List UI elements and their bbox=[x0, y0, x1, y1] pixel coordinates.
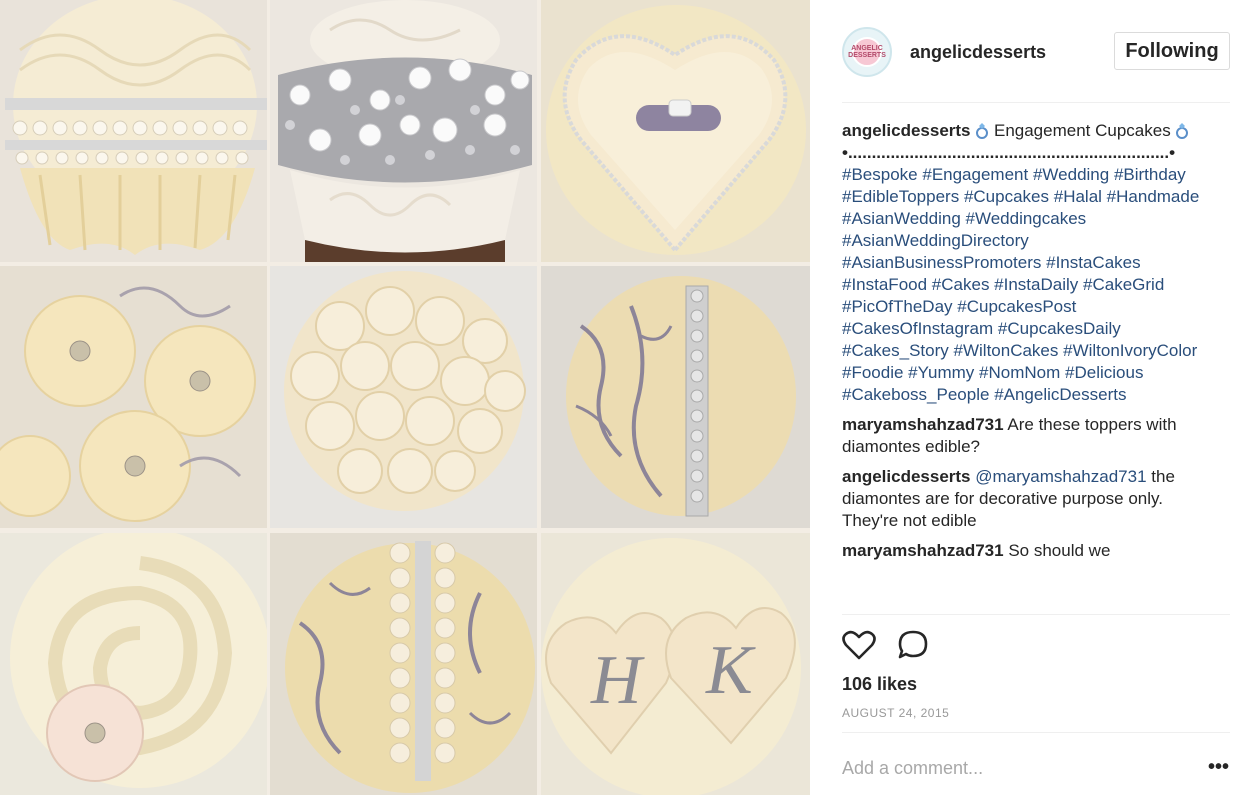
cupcake-silver-dragee-band bbox=[270, 0, 537, 262]
cupcake-sugar-flowers bbox=[0, 266, 267, 528]
comment-item: angelicdesserts @maryamshahzad731 the di… bbox=[842, 466, 1217, 532]
caption: angelicdesserts Engagement Cupcakes •...… bbox=[842, 120, 1217, 406]
comment-item: maryamshahzad731 Are these toppers with … bbox=[842, 414, 1217, 458]
hashtag-link[interactable]: #NomNom bbox=[979, 363, 1060, 382]
hashtag-link[interactable]: #InstaCakes bbox=[1046, 253, 1141, 272]
hashtag-link[interactable]: #Cakes bbox=[932, 275, 990, 294]
header-username[interactable]: angelicdesserts bbox=[910, 42, 1046, 63]
hashtag-link[interactable]: #Birthday bbox=[1114, 165, 1186, 184]
hashtag-link[interactable]: #WiltonCakes bbox=[954, 341, 1059, 360]
following-button[interactable]: Following bbox=[1114, 32, 1230, 70]
post-sidebar: ANGELIC DESSERTS angelicdesserts Followi… bbox=[810, 0, 1237, 795]
hashtag-link[interactable]: #EdibleToppers bbox=[842, 187, 959, 206]
svg-text:H: H bbox=[590, 642, 645, 719]
hashtag-link[interactable]: #Weddingcakes bbox=[966, 209, 1087, 228]
comments-list[interactable]: angelicdesserts Engagement Cupcakes •...… bbox=[842, 120, 1217, 612]
hashtag-link[interactable]: #CupcakesPost bbox=[957, 297, 1076, 316]
comment-bubble-icon[interactable] bbox=[896, 629, 930, 661]
hashtag-link[interactable]: #Foodie bbox=[842, 363, 903, 382]
post-date[interactable]: AUGUST 24, 2015 bbox=[842, 706, 949, 720]
comment-item: maryamshahzad731 So should we bbox=[842, 540, 1217, 562]
hashtag-link[interactable]: #Cakeboss_People bbox=[842, 385, 989, 404]
caption-dot-divider: •.......................................… bbox=[842, 143, 1176, 162]
cupcake-filigree-diamonte bbox=[541, 266, 810, 528]
cupcake-pearl-filigree bbox=[270, 533, 537, 795]
hashtag-link[interactable]: #Delicious bbox=[1065, 363, 1143, 382]
comment-username[interactable]: maryamshahzad731 bbox=[842, 541, 1004, 560]
likes-count[interactable]: 106 likes bbox=[842, 674, 917, 695]
avatar[interactable]: ANGELIC DESSERTS bbox=[842, 27, 892, 77]
hashtag-link[interactable]: #Bespoke bbox=[842, 165, 918, 184]
post-header: ANGELIC DESSERTS angelicdesserts Followi… bbox=[842, 22, 1230, 82]
hashtag-link[interactable]: #Yummy bbox=[908, 363, 974, 382]
ring-emoji-icon bbox=[1176, 123, 1189, 139]
caption-text-b: Cupcakes bbox=[1095, 121, 1171, 140]
cupcake-rose-bouquet bbox=[270, 266, 537, 528]
cupcake-initial-hearts: H K bbox=[541, 533, 810, 795]
caption-username[interactable]: angelicdesserts bbox=[842, 121, 971, 140]
hashtag-link[interactable]: #AngelicDesserts bbox=[994, 385, 1126, 404]
cupcake-buttercream-rose bbox=[0, 533, 267, 795]
hashtag-link[interactable]: #InstaDaily bbox=[994, 275, 1078, 294]
cupcake-heart-ring-topper bbox=[541, 0, 810, 262]
caption-hashtags: #Bespoke #Engagement #Wedding #Birthday … bbox=[842, 165, 1199, 404]
hashtag-link[interactable]: #WiltonIvoryColor bbox=[1063, 341, 1197, 360]
heart-icon[interactable] bbox=[842, 629, 876, 661]
header-divider bbox=[842, 102, 1230, 103]
hashtag-link[interactable]: #CakesOfInstagram bbox=[842, 319, 993, 338]
hashtag-link[interactable]: #Handmade bbox=[1107, 187, 1200, 206]
hashtag-link[interactable]: #CupcakesDaily bbox=[998, 319, 1121, 338]
ring-emoji-icon bbox=[976, 123, 989, 139]
hashtag-link[interactable]: #Engagement bbox=[922, 165, 1028, 184]
hashtag-link[interactable]: #Cupcakes bbox=[964, 187, 1049, 206]
cupcake-pearl-band bbox=[0, 0, 267, 262]
hashtag-link[interactable]: #InstaFood bbox=[842, 275, 927, 294]
comment-username[interactable]: angelicdesserts bbox=[842, 467, 971, 486]
hashtag-link[interactable]: #AsianWedding bbox=[842, 209, 961, 228]
more-options-icon[interactable]: ••• bbox=[1208, 757, 1229, 777]
svg-text:K: K bbox=[705, 632, 756, 709]
post-actions bbox=[842, 627, 942, 663]
hashtag-link[interactable]: #CakeGrid bbox=[1083, 275, 1164, 294]
hashtag-link[interactable]: #AsianWeddingDirectory bbox=[842, 231, 1029, 250]
comment-text: So should we bbox=[1008, 541, 1111, 560]
hashtag-link[interactable]: #AsianBusinessPromoters bbox=[842, 253, 1041, 272]
comment-username[interactable]: maryamshahzad731 bbox=[842, 415, 1004, 434]
avatar-logo-text: ANGELIC DESSERTS bbox=[848, 37, 886, 67]
hashtag-link[interactable]: #Wedding bbox=[1033, 165, 1109, 184]
comment-mention[interactable]: @maryamshahzad731 bbox=[975, 467, 1146, 486]
hashtag-link[interactable]: #Halal bbox=[1054, 187, 1102, 206]
post-photo[interactable]: H K bbox=[0, 0, 810, 795]
date-divider bbox=[842, 732, 1230, 733]
comments-divider bbox=[842, 614, 1230, 615]
add-comment-input[interactable] bbox=[842, 755, 1182, 781]
instagram-post: H K ANGELIC DESSERTS angelicdesserts Fol… bbox=[0, 0, 1237, 795]
hashtag-link[interactable]: #PicOfTheDay bbox=[842, 297, 953, 316]
caption-text-a: Engagement bbox=[993, 121, 1091, 140]
hashtag-link[interactable]: #Cakes_Story bbox=[842, 341, 949, 360]
